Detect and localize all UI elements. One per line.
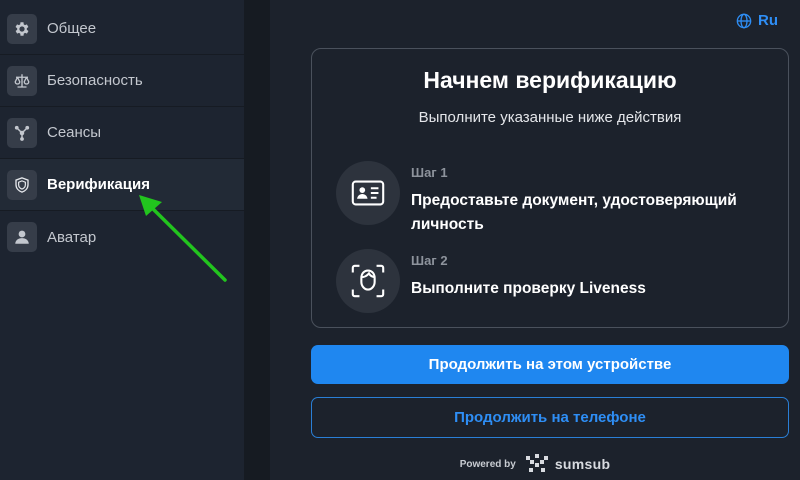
gear-icon (7, 13, 37, 44)
network-icon (7, 117, 37, 148)
face-scan-icon (336, 249, 400, 313)
sidebar-item-security[interactable]: Безопасность (0, 55, 244, 107)
step-1: Шаг 1 Предоставьте документ, удостоверяю… (336, 161, 776, 237)
continue-on-phone-button[interactable]: Продолжить на телефоне (311, 397, 789, 438)
card-subtitle: Выполните указанные ниже действия (418, 109, 682, 126)
language-label: Ru (758, 12, 778, 29)
verification-card: Начнем верификацию Выполните указанные н… (311, 48, 789, 328)
gutter (244, 0, 270, 480)
user-icon (7, 222, 37, 252)
scales-icon (7, 65, 37, 96)
step-number: Шаг 2 (411, 253, 448, 268)
step-2: Шаг 2 Выполните проверку Liveness (336, 249, 776, 313)
step-description: Предоставьте документ, удостоверяющий ли… (411, 192, 737, 233)
sidebar-item-label: Безопасность (47, 72, 143, 89)
sidebar-item-label: Общее (47, 20, 97, 37)
annotation-arrow (139, 195, 227, 282)
card-title: Начнем верификацию (423, 67, 677, 93)
sidebar-item-sessions[interactable]: Сеансы (0, 107, 244, 159)
continue-on-device-button[interactable]: Продолжить на этом устройстве (311, 345, 789, 384)
shield-check-icon (7, 169, 37, 200)
step-description: Выполните проверку Liveness (411, 280, 646, 297)
sumsub-logo-icon (525, 454, 548, 472)
step-number: Шаг 1 (411, 165, 448, 180)
sidebar-item-label: Сеансы (47, 124, 102, 141)
language-selector[interactable]: Ru (736, 12, 778, 29)
id-card-icon (336, 161, 400, 225)
sidebar-item-general[interactable]: Общее (0, 3, 244, 55)
globe-icon (736, 13, 752, 28)
brand-name: sumsub (554, 456, 611, 472)
powered-by-footer: Powered by sumsub (270, 454, 800, 474)
powered-by-label: Powered by (459, 458, 516, 470)
main-content: Ru Начнем верификацию Выполните указанны… (270, 0, 800, 480)
sidebar-item-label: Аватар (47, 228, 97, 246)
